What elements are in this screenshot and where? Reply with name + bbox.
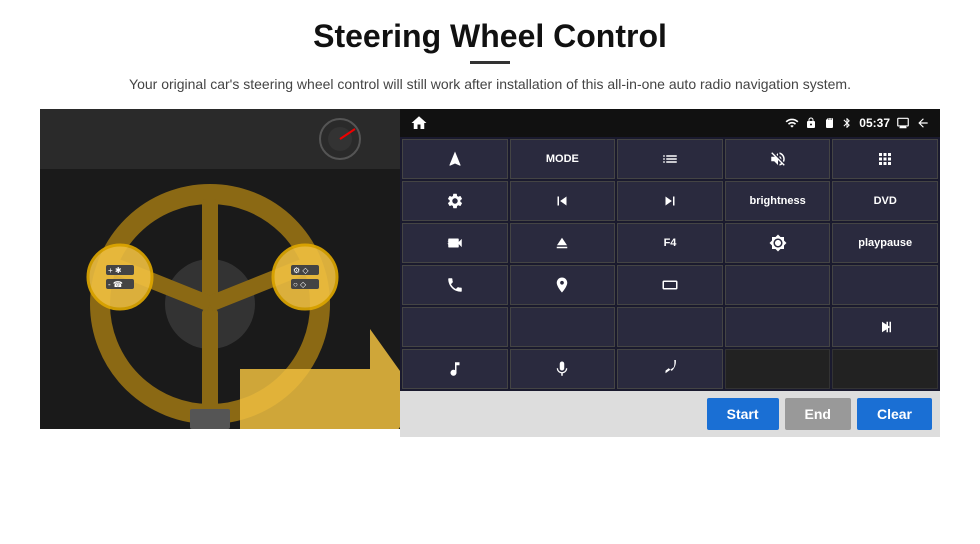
sd-icon: [823, 117, 835, 129]
tv-btn[interactable]: brightness: [725, 181, 831, 221]
eq-btn[interactable]: [725, 265, 831, 305]
rectangle-btn[interactable]: [617, 265, 723, 305]
empty1-btn: [725, 349, 831, 389]
f3-btn[interactable]: [510, 307, 616, 347]
subtitle: Your original car's steering wheel contr…: [129, 74, 851, 95]
f4-btn[interactable]: [617, 307, 723, 347]
eject-btn[interactable]: [510, 223, 616, 263]
home-icon: [410, 114, 428, 132]
nav-btn[interactable]: [402, 139, 508, 179]
status-time: 05:37: [859, 116, 890, 130]
brightness-btn[interactable]: [725, 223, 831, 263]
f2-btn[interactable]: [402, 307, 508, 347]
lock-icon: [805, 117, 817, 129]
music-btn[interactable]: [402, 349, 508, 389]
radio-btn[interactable]: F4: [617, 223, 723, 263]
status-bar: 05:37: [400, 109, 940, 137]
screen-icon: [896, 116, 910, 130]
page-title: Steering Wheel Control: [313, 18, 667, 55]
status-right: 05:37: [785, 116, 930, 130]
start-button[interactable]: Start: [707, 398, 779, 430]
next-btn[interactable]: [617, 181, 723, 221]
mic-btn[interactable]: [510, 349, 616, 389]
content-row: + ✱ - ☎ ⚙ ◇ ○ ◇: [40, 109, 940, 437]
svg-text:+ ✱: + ✱: [108, 266, 122, 275]
playpause-btn[interactable]: [832, 307, 938, 347]
media-btn[interactable]: DVD: [832, 181, 938, 221]
list-btn[interactable]: [617, 139, 723, 179]
360cam-btn[interactable]: 360: [402, 223, 508, 263]
empty2-btn: [832, 349, 938, 389]
apps-btn[interactable]: [832, 139, 938, 179]
settings-btn[interactable]: [402, 181, 508, 221]
title-divider: [470, 61, 510, 64]
button-grid: MODE bri: [400, 137, 940, 391]
prev-btn[interactable]: [510, 181, 616, 221]
f5-btn[interactable]: [725, 307, 831, 347]
dvd-btn[interactable]: playpause: [832, 223, 938, 263]
nav2-btn[interactable]: [510, 265, 616, 305]
control-panel: 05:37 MODE: [400, 109, 940, 437]
svg-text:⚙ ◇: ⚙ ◇: [293, 266, 309, 275]
status-left: [410, 114, 428, 132]
clear-button[interactable]: Clear: [857, 398, 932, 430]
svg-text:- ☎: - ☎: [108, 280, 123, 289]
action-bar: Start End Clear: [400, 391, 940, 437]
f1-btn[interactable]: [832, 265, 938, 305]
svg-text:○ ◇: ○ ◇: [293, 280, 307, 289]
car-image: + ✱ - ☎ ⚙ ◇ ○ ◇: [40, 109, 400, 429]
page-container: Steering Wheel Control Your original car…: [0, 0, 980, 544]
mute-btn[interactable]: [725, 139, 831, 179]
mode-btn[interactable]: MODE: [510, 139, 616, 179]
phone-btn[interactable]: [402, 265, 508, 305]
end-button[interactable]: End: [785, 398, 851, 430]
hangup-btn[interactable]: [617, 349, 723, 389]
wifi-icon: [785, 116, 799, 130]
back-icon: [916, 116, 930, 130]
bluetooth-icon: [841, 117, 853, 129]
